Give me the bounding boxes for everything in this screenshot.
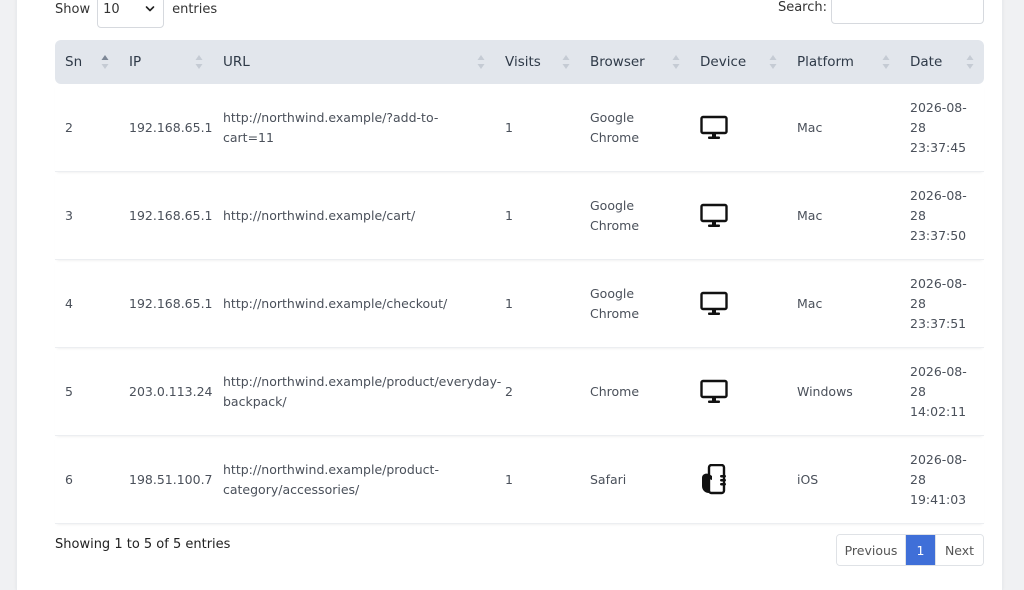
cell-ip: 198.51.100.7 (119, 436, 213, 524)
cell-sn: 6 (55, 436, 119, 524)
sort-icon (562, 55, 570, 69)
column-header-label: IP (129, 54, 142, 70)
table-header-row: Sn IP URL Visits Browser Device Platform Date (55, 40, 984, 84)
column-header-label: Visits (505, 54, 541, 70)
cell-date: 2026-08-28 14:02:11 (900, 348, 984, 436)
cell-device (690, 260, 787, 348)
length-suffix: entries (172, 1, 218, 17)
table-row: 3 192.168.65.1 http://northwind.example/ca… (55, 172, 984, 260)
page-1-button[interactable]: 1 (906, 535, 935, 565)
mobile-hand-icon (702, 463, 726, 494)
column-header-label: Device (700, 54, 747, 70)
cell-visits: 1 (495, 436, 580, 524)
cell-visits: 1 (495, 172, 580, 260)
next-page-button[interactable]: Next (935, 535, 983, 565)
table-row: 6 198.51.100.7 http://northwind.example/pr… (55, 436, 984, 524)
sort-icon (195, 55, 203, 69)
cell-browser: Chrome (580, 348, 690, 436)
page-length-value: 10 (103, 1, 120, 17)
desktop-icon (700, 291, 728, 315)
cell-sn: 5 (55, 348, 119, 436)
column-header-platform[interactable]: Platform (787, 40, 900, 84)
table-row: 5 203.0.113.24 http://northwind.example/pr… (55, 348, 984, 436)
cell-ip: 192.168.65.1 (119, 260, 213, 348)
table-row: 2 192.168.65.1 http://northwind.example/?a… (55, 84, 984, 172)
cell-ip: 192.168.65.1 (119, 84, 213, 172)
column-header-date[interactable]: Date (900, 40, 984, 84)
cell-date: 2026-08-28 23:37:50 (900, 172, 984, 260)
table-info: Showing 1 to 5 of 5 entries (55, 537, 231, 552)
visits-table: Sn IP URL Visits Browser Device Platform Date 2… (55, 40, 984, 524)
column-header-url[interactable]: URL (213, 40, 495, 84)
cell-date: 2026-08-28 23:37:51 (900, 260, 984, 348)
cell-date: 2026-08-28 23:37:45 (900, 84, 984, 172)
cell-device (690, 348, 787, 436)
sort-icon (477, 55, 485, 69)
cell-browser: Google Chrome (580, 260, 690, 348)
column-header-label: Browser (590, 54, 645, 70)
length-prefix: Show (55, 1, 91, 17)
cell-platform: Windows (787, 348, 900, 436)
previous-page-button[interactable]: Previous (837, 535, 906, 565)
sort-icon (882, 55, 890, 69)
cell-browser: Google Chrome (580, 172, 690, 260)
cell-browser: Google Chrome (580, 84, 690, 172)
desktop-icon (700, 115, 728, 139)
cell-ip: 192.168.65.1 (119, 172, 213, 260)
cell-sn: 3 (55, 172, 119, 260)
cell-platform: Mac (787, 172, 900, 260)
desktop-icon (700, 203, 728, 227)
cell-date: 2026-08-28 19:41:03 (900, 436, 984, 524)
cell-visits: 2 (495, 348, 580, 436)
column-header-sn[interactable]: Sn (55, 40, 119, 84)
table-body: 2 192.168.65.1 http://northwind.example/?a… (55, 84, 984, 524)
table-row: 4 192.168.65.1 http://northwind.example/ch… (55, 260, 984, 348)
cell-url: http://northwind.example/cart/ (213, 172, 495, 260)
cell-platform: Mac (787, 260, 900, 348)
cell-device (690, 84, 787, 172)
column-header-device[interactable]: Device (690, 40, 787, 84)
cell-url: http://northwind.example/product-categor… (213, 436, 495, 524)
search-label: Search: (777, 0, 827, 15)
search-box: Search: (778, 0, 984, 24)
chevron-down-icon (145, 6, 155, 12)
sort-icon (966, 55, 974, 69)
column-header-label: Platform (797, 54, 854, 70)
length-menu: Show 10 entries (55, 0, 217, 28)
column-header-label: Sn (65, 54, 83, 70)
cell-url: http://northwind.example/?add-to-cart=11 (213, 84, 495, 172)
sort-ascending-icon (101, 55, 109, 69)
cell-url: http://northwind.example/product/everyda… (213, 348, 501, 436)
page-length-select[interactable]: 10 (97, 0, 165, 28)
cell-sn: 4 (55, 260, 119, 348)
column-header-visits[interactable]: Visits (495, 40, 580, 84)
cell-visits: 1 (495, 84, 580, 172)
cell-visits: 1 (495, 260, 580, 348)
cell-ip: 203.0.113.24 (119, 348, 213, 436)
column-header-label: URL (223, 54, 250, 70)
sort-icon (672, 55, 680, 69)
column-header-ip[interactable]: IP (119, 40, 213, 84)
sort-icon (769, 55, 777, 69)
cell-browser: Safari (580, 436, 690, 524)
cell-platform: Mac (787, 84, 900, 172)
column-header-label: Date (910, 54, 943, 70)
cell-sn: 2 (55, 84, 119, 172)
cell-device (690, 436, 787, 524)
column-header-browser[interactable]: Browser (580, 40, 690, 84)
cell-platform: iOS (787, 436, 900, 524)
search-input[interactable] (831, 0, 984, 24)
cell-device (690, 172, 787, 260)
pagination: Previous 1 Next (836, 534, 984, 566)
desktop-icon (700, 379, 728, 403)
cell-url: http://northwind.example/checkout/ (213, 260, 495, 348)
